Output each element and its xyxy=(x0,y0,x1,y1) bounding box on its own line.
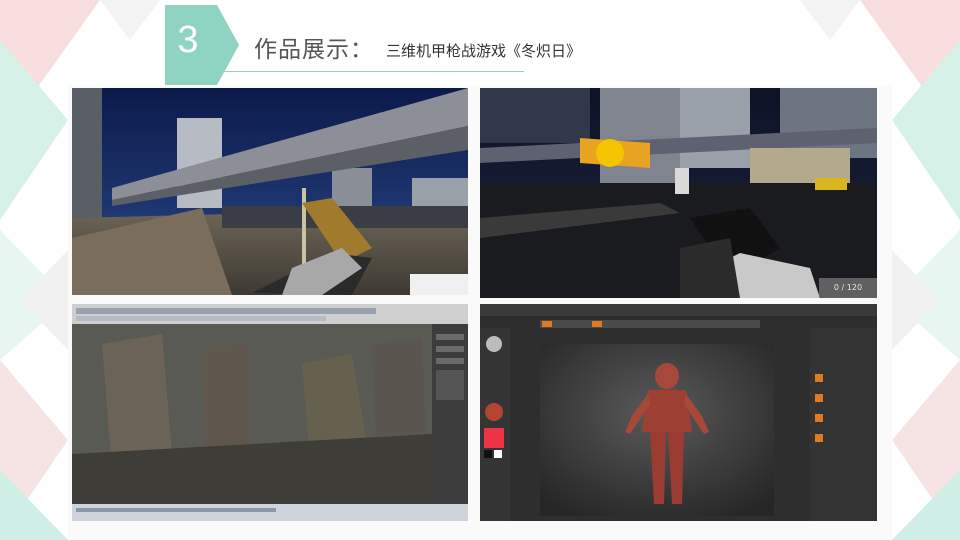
screenshot-3dsmax-ruins[interactable] xyxy=(72,304,468,521)
section-number-tab: 3 xyxy=(165,5,217,85)
page-subtitle: 三维机甲枪战游戏《冬炽日》 xyxy=(386,42,582,60)
title-underline xyxy=(220,71,524,72)
screenshot-zbrush-character[interactable] xyxy=(480,304,877,521)
section-tab-arrow xyxy=(217,5,239,85)
page-title: 作品展示： xyxy=(254,37,374,63)
screenshot-street-scene[interactable] xyxy=(72,88,468,295)
screenshot-night-battle[interactable]: 0 / 120 xyxy=(480,88,877,298)
image-counter: 0 / 120 xyxy=(819,278,877,298)
section-number: 3 xyxy=(177,19,199,61)
